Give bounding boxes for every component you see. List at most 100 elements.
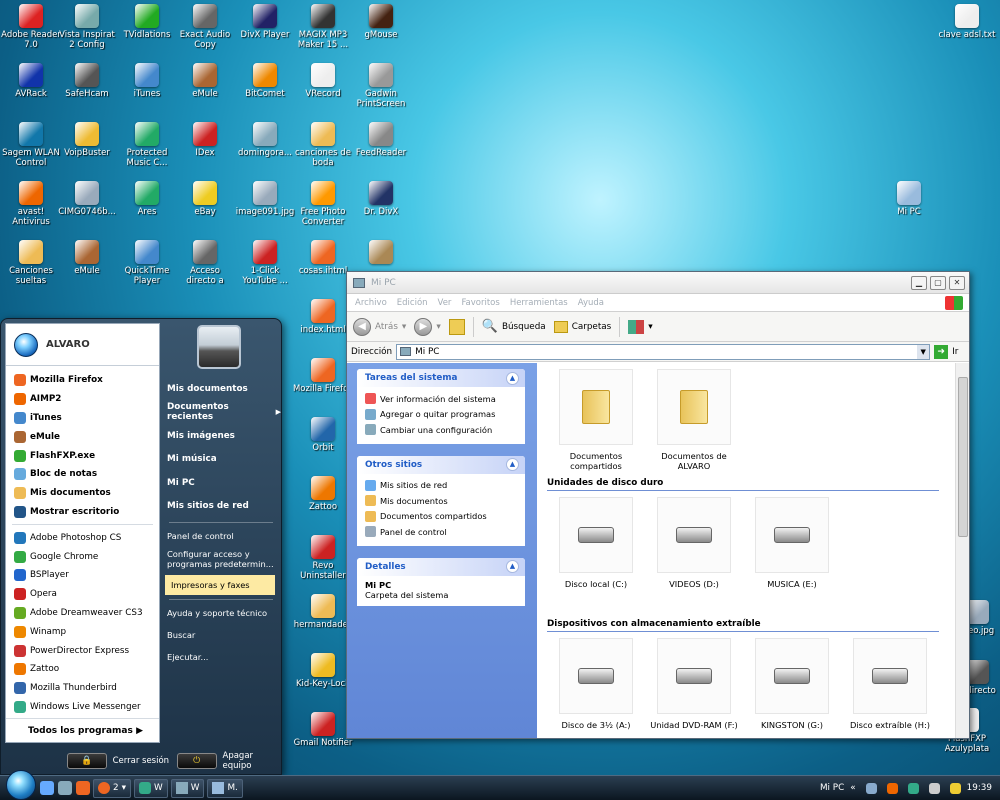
task-link[interactable]: Documentos compartidos — [365, 509, 519, 525]
desktop-icon[interactable]: cosas.ihtml — [292, 240, 354, 276]
desktop-icon[interactable]: Free Photo Converter — [292, 181, 354, 227]
drive-item[interactable]: Unidad DVD-RAM (F:) — [645, 632, 743, 730]
lock-button[interactable]: 🔒 — [67, 753, 107, 769]
drive-item[interactable]: VIDEOS (D:) — [645, 491, 743, 589]
desktop-icon[interactable]: FeedReader — [350, 122, 412, 158]
desktop-icon[interactable]: BitComet — [234, 63, 296, 99]
task-link[interactable]: Mis sitios de red — [365, 478, 519, 494]
desktop-icon[interactable]: Protected Music C... — [116, 122, 178, 168]
desktop-icon[interactable]: Canciones sueltas — [0, 240, 62, 286]
vertical-scrollbar[interactable] — [955, 363, 969, 738]
desktop-icon[interactable]: hermandades — [292, 594, 354, 630]
start-button[interactable] — [6, 770, 36, 800]
link-ayuda[interactable]: Ayuda y soporte técnico — [161, 604, 281, 622]
start-menu-item[interactable]: eMule — [6, 427, 159, 446]
desktop-icon[interactable]: clave adsl.txt — [936, 4, 998, 40]
user-picture[interactable] — [197, 325, 241, 369]
link-documentos-recientes[interactable]: Documentos recientes ▶ — [161, 401, 281, 425]
link-mi-musica[interactable]: Mi música — [161, 448, 281, 472]
address-field[interactable]: Mi PC ▼ — [396, 343, 931, 360]
apagar-equipo-label[interactable]: Apagar equipo — [223, 751, 281, 771]
folder-item[interactable]: Documentos compartidos — [547, 363, 645, 471]
menu-ver[interactable]: Ver — [438, 298, 452, 308]
show-desktop-icon[interactable] — [40, 781, 54, 795]
desktop-icon[interactable]: index.html — [292, 299, 354, 335]
desktop-icon[interactable]: Ares — [116, 181, 178, 217]
chevron-up-icon[interactable]: ▲ — [506, 458, 519, 471]
start-menu-item[interactable]: Google Chrome — [6, 547, 159, 566]
start-menu-item[interactable]: Adobe Photoshop CS — [6, 528, 159, 547]
start-menu-item[interactable]: Mis documentos — [6, 484, 159, 503]
start-menu-item[interactable]: Mozilla Firefox — [6, 371, 159, 390]
desktop-icon[interactable]: canciones de boda — [292, 122, 354, 168]
link-buscar[interactable]: Buscar — [161, 626, 281, 644]
go-button[interactable]: ➜ Ir — [934, 344, 958, 359]
tray-chevron-icon[interactable]: « — [850, 783, 855, 793]
desktop-icon[interactable]: Zattoo — [292, 476, 354, 512]
desktop-icon[interactable]: IDex — [174, 122, 236, 158]
folders-button[interactable]: Carpetas — [553, 320, 611, 333]
messenger-tray-icon[interactable] — [907, 782, 919, 794]
link-mis-sitios-de-red[interactable]: Mis sitios de red — [161, 495, 281, 519]
start-menu-item[interactable]: Mostrar escritorio — [6, 503, 159, 522]
desktop-icon[interactable]: eMule — [56, 240, 118, 276]
update-icon[interactable] — [949, 782, 961, 794]
task-link[interactable]: Cambiar una configuración — [365, 422, 519, 438]
power-button[interactable]: ⏻ — [176, 753, 217, 769]
desktop-icon[interactable]: Gadwin PrintScreen — [350, 63, 412, 109]
desktop-icon[interactable]: Sagem WLAN Control Center — [0, 122, 62, 168]
folder-item[interactable]: Documentos de ALVARO — [645, 363, 743, 471]
drive-item[interactable]: KINGSTON (G:) — [743, 632, 841, 730]
task-link[interactable]: Agregar o quitar programas — [365, 407, 519, 423]
antivirus-icon[interactable] — [886, 782, 898, 794]
desktop-icon[interactable]: avast! Antivirus — [0, 181, 62, 227]
volume-icon[interactable] — [928, 782, 940, 794]
search-button[interactable]: 🔍 Búsqueda — [482, 319, 546, 334]
task-link[interactable]: Ver información del sistema — [365, 391, 519, 407]
desktop-icon[interactable]: TVidlations — [116, 4, 178, 40]
minimize-button[interactable]: ▁ — [911, 275, 927, 290]
start-menu-item[interactable]: Adobe Dreamweaver CS3 — [6, 604, 159, 623]
start-menu-item[interactable]: Windows Live Messenger — [6, 698, 159, 717]
desktop-icon[interactable]: Adobe Reader 7.0 — [0, 4, 62, 50]
start-menu-item[interactable]: Zattoo — [6, 660, 159, 679]
desktop-icon[interactable]: Vista Inspirat 2 Config — [56, 4, 118, 50]
desktop-icon[interactable]: Mozilla Firefox — [292, 358, 354, 394]
chevron-up-icon[interactable]: ▲ — [506, 560, 519, 573]
start-menu-item[interactable]: iTunes — [6, 409, 159, 428]
drive-item[interactable]: Disco de 3½ (A:) — [547, 632, 645, 730]
close-button[interactable]: ✕ — [949, 275, 965, 290]
start-menu-item[interactable]: Bloc de notas — [6, 465, 159, 484]
firefox-quicklaunch-icon[interactable] — [76, 781, 90, 795]
clock[interactable]: 19:39 — [967, 783, 992, 793]
panel-header[interactable]: Detalles ▲ — [357, 557, 525, 576]
desktop-icon[interactable]: gMouse — [350, 4, 412, 40]
start-menu-item[interactable]: AIMP2 — [6, 390, 159, 409]
desktop-icon[interactable]: DivX Player — [234, 4, 296, 40]
start-menu-item[interactable]: Opera — [6, 585, 159, 604]
menu-ayuda[interactable]: Ayuda — [578, 298, 604, 308]
menu-archivo[interactable]: Archivo — [355, 298, 387, 308]
link-mi-pc[interactable]: Mi PC — [161, 471, 281, 495]
tray-label[interactable]: Mi PC — [820, 783, 844, 793]
desktop-icon[interactable]: 1-Click YouTube ... — [234, 240, 296, 286]
desktop-icon[interactable]: AVRack — [0, 63, 62, 99]
task-link[interactable]: Mis documentos — [365, 493, 519, 509]
desktop-icon[interactable]: Kid-Key-Lock — [292, 653, 354, 689]
link-impresoras[interactable]: Impresoras y faxes — [165, 575, 275, 595]
panel-header[interactable]: Tareas del sistema ▲ — [357, 369, 525, 387]
back-button[interactable]: ◀ Atrás ▾ — [353, 317, 406, 336]
start-menu-item[interactable]: Mozilla Thunderbird — [6, 679, 159, 698]
chevron-down-icon[interactable]: ▼ — [917, 344, 930, 359]
desktop-icon[interactable]: Exact Audio Copy — [174, 4, 236, 50]
desktop-icon[interactable] — [350, 240, 412, 266]
link-ejecutar[interactable]: Ejecutar... — [161, 648, 281, 666]
desktop-icon[interactable]: Acceso directo a TMPGEnc... — [174, 240, 236, 286]
link-mis-documentos[interactable]: Mis documentos — [161, 377, 281, 401]
desktop-icon[interactable]: domingora... — [234, 122, 296, 158]
drive-item[interactable]: Disco local (C:) — [547, 491, 645, 589]
desktop-icon[interactable]: SafeHcam — [56, 63, 118, 99]
up-folder-button[interactable] — [448, 318, 465, 335]
menu-herramientas[interactable]: Herramientas — [510, 298, 568, 308]
task-link[interactable]: Panel de control — [365, 524, 519, 540]
